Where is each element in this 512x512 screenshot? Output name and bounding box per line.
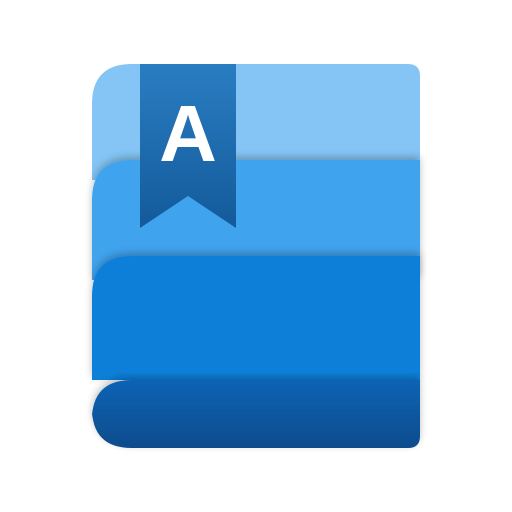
app-icon: A [0,0,512,512]
ribbon-letter: A [159,89,217,178]
book-layer-bottom [92,380,420,448]
book-icon: A [92,64,420,448]
book-layer-lower-middle [92,256,420,380]
